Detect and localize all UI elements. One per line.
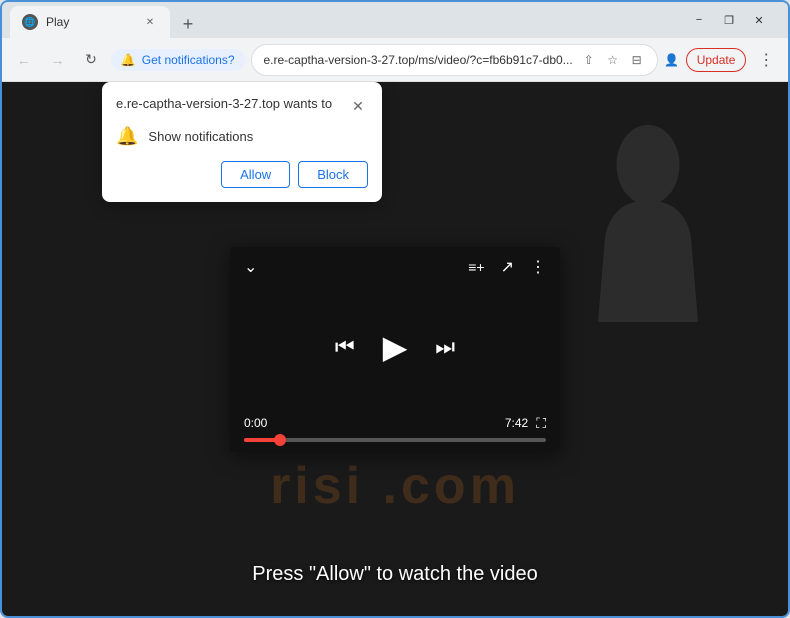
popup-domain-text: e.re-captha-version-3-27.top wants to (116, 96, 332, 111)
notification-prompt-label: Get notifications? (142, 53, 235, 67)
title-bar: 🌐 Play ✕ + − ❐ ✕ (2, 2, 788, 38)
current-time: 0:00 (244, 416, 267, 430)
block-button[interactable]: Block (298, 161, 368, 188)
video-bottom: 0:00 7:42 ⛶ (230, 407, 560, 452)
active-tab[interactable]: 🌐 Play ✕ (10, 6, 170, 38)
grid-icon[interactable]: ⊟ (629, 52, 645, 68)
popup-actions: Allow Block (116, 161, 368, 188)
tab-favicon: 🌐 (22, 14, 38, 30)
bookmark-icon[interactable]: ☆ (605, 52, 621, 68)
next-button[interactable]: ⏭ (435, 334, 455, 360)
popup-close-button[interactable]: ✕ (348, 96, 368, 116)
restore-button[interactable]: ❐ (716, 10, 742, 30)
more-options-icon[interactable]: ⋮ (530, 257, 546, 277)
popup-bell-icon: 🔔 (116, 126, 138, 147)
address-bar[interactable]: e.re-captha-version-3-27.top/ms/video/?c… (251, 44, 658, 76)
total-time: 7:42 (505, 416, 528, 430)
notification-bell-icon: 🔔 (121, 53, 136, 67)
page-content: risi .com e.re-captha-version-3-27.top w… (2, 82, 788, 616)
queue-icon[interactable]: ≡+ (468, 259, 484, 275)
refresh-button[interactable]: ↻ (77, 46, 105, 74)
time-right: 7:42 ⛶ (505, 415, 546, 432)
video-player: ⌄ ≡+ ↗ ⋮ ⏮ ▶ ⏭ 0:00 7:42 ⛶ (230, 247, 560, 452)
tab-title: Play (46, 15, 134, 29)
notification-popup: e.re-captha-version-3-27.top wants to ✕ … (102, 82, 382, 202)
share-video-icon[interactable]: ↗ (501, 257, 514, 277)
tab-bar: 🌐 Play ✕ + (10, 2, 678, 38)
browser-menu-button[interactable]: ⋮ (752, 46, 780, 74)
watermark-text: risi .com (2, 456, 788, 516)
window-controls: − ❐ ✕ (678, 2, 780, 38)
progress-bar[interactable] (244, 438, 546, 442)
collapse-icon[interactable]: ⌄ (244, 257, 257, 277)
share-page-icon[interactable]: ⇧ (581, 52, 597, 68)
forward-button[interactable]: → (44, 46, 72, 74)
notification-prompt-button[interactable]: 🔔 Get notifications? (111, 49, 245, 71)
progress-fill (244, 438, 280, 442)
video-top-bar: ⌄ ≡+ ↗ ⋮ (230, 247, 560, 287)
caption-text: Press "Allow" to watch the video (2, 563, 788, 586)
minimize-button[interactable]: − (686, 10, 712, 30)
profile-button[interactable]: 👤 (664, 52, 680, 68)
bg-silhouette (588, 122, 708, 322)
allow-button[interactable]: Allow (221, 161, 290, 188)
back-button[interactable]: ← (10, 46, 38, 74)
nav-bar: ← → ↻ 🔔 Get notifications? e.re-captha-v… (2, 38, 788, 82)
progress-dot (274, 434, 286, 446)
browser-window: 🌐 Play ✕ + − ❐ ✕ ← → ↻ 🔔 Get notificatio… (0, 0, 790, 618)
fullscreen-button[interactable]: ⛶ (536, 415, 546, 432)
video-screen: ⏮ ▶ ⏭ (230, 287, 560, 407)
address-text: e.re-captha-version-3-27.top/ms/video/?c… (264, 53, 573, 67)
tab-close-button[interactable]: ✕ (142, 14, 158, 30)
new-tab-button[interactable]: + (174, 10, 202, 38)
video-top-right-controls: ≡+ ↗ ⋮ (468, 257, 546, 277)
popup-header: e.re-captha-version-3-27.top wants to ✕ (116, 96, 368, 116)
time-row: 0:00 7:42 ⛶ (244, 415, 546, 432)
prev-button[interactable]: ⏮ (335, 334, 355, 360)
popup-show-text: Show notifications (148, 129, 253, 144)
close-button[interactable]: ✕ (746, 10, 772, 30)
play-button[interactable]: ▶ (383, 328, 408, 366)
update-button[interactable]: Update (686, 48, 747, 72)
popup-content-row: 🔔 Show notifications (116, 126, 368, 147)
